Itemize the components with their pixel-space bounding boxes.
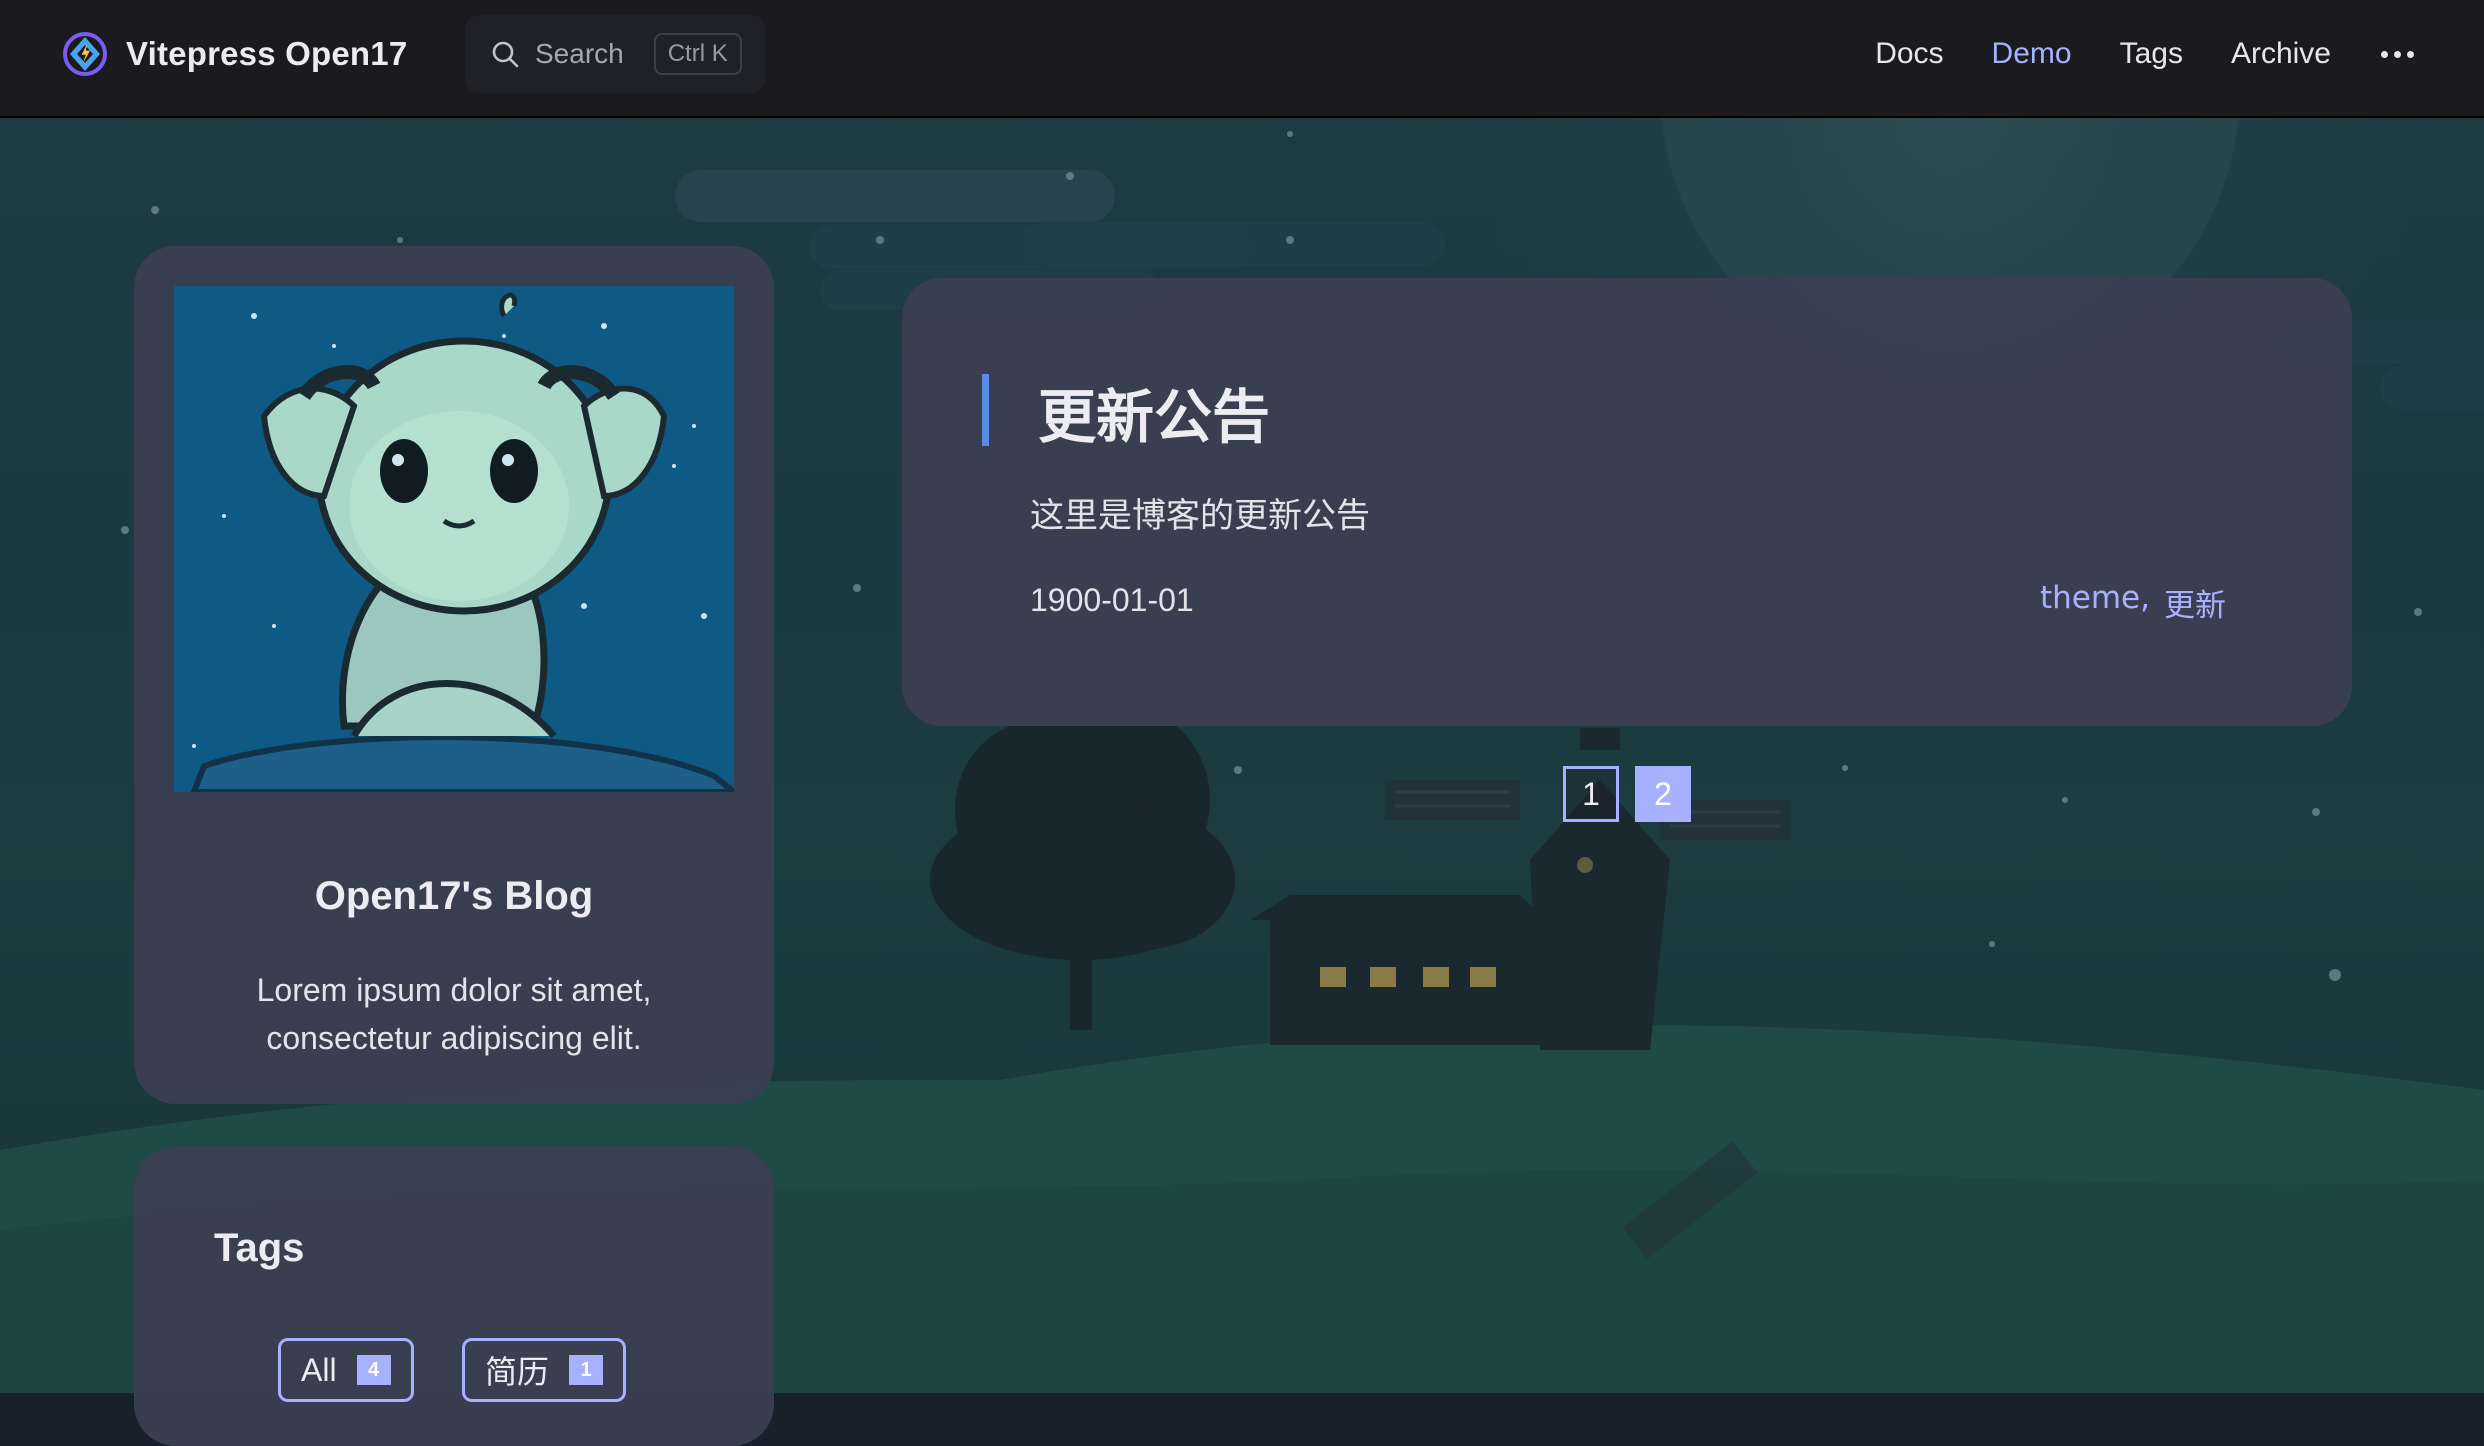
page-button[interactable]: 2 [1635,766,1691,822]
tags-card: Tags All 4 简历 1 [134,1146,774,1446]
site-title: Vitepress Open17 [126,35,408,72]
search-icon [492,41,519,68]
tag-count-badge: 1 [569,1355,604,1385]
tag-chip-label: All [301,1351,337,1388]
tag-chip-label: 简历 [485,1354,550,1390]
search-button[interactable]: Search Ctrl K [465,15,765,93]
avatar-illustration [174,286,734,792]
post-title[interactable]: 更新公告 [1038,370,1270,454]
post-title-accent-bar [982,374,989,446]
nav-link-demo[interactable]: Demo [1992,37,2072,71]
profile-card: Open17's Blog Lorem ipsum dolor sit amet… [134,246,774,1104]
profile-description: Lorem ipsum dolor sit amet, consectetur … [256,972,652,1056]
nav-link-archive[interactable]: Archive [2231,37,2331,71]
nav-link-docs[interactable]: Docs [1875,37,1943,71]
profile-name: Open17's Blog [314,874,594,918]
search-shortcut-kbd: Ctrl K [653,33,742,75]
nav-link-tags[interactable]: Tags [2120,37,2183,71]
post-tag-separator: , [2140,580,2150,616]
pagination: 1 2 [1563,766,1691,822]
search-label: Search [535,38,624,69]
page-button-current[interactable]: 1 [1563,766,1619,822]
tags-card-title: Tags [214,1226,305,1270]
tag-chip-all[interactable]: All 4 [278,1338,414,1402]
tag-chip-resume[interactable]: 简历 1 [462,1338,627,1402]
avatar [174,286,734,792]
post-excerpt: 这里是博客的更新公告 [1030,496,1370,536]
post-tag-link[interactable]: 更新 [2164,580,2226,625]
post-card[interactable]: 更新公告 这里是博客的更新公告 1900-01-01 theme , 更新 [902,278,2352,726]
post-tag-link[interactable]: theme [2040,580,2140,625]
brand-home-link[interactable]: Vitepress Open17 [62,26,407,82]
ellipsis-icon[interactable] [2381,50,2414,58]
tag-count-badge: 4 [356,1355,391,1385]
nav-links: Docs Demo Tags Archive [1827,0,2414,108]
vitepress-logo-icon [63,32,107,76]
top-navbar: Vitepress Open17 Search Ctrl K Docs Demo… [0,0,2484,118]
post-tags: theme , 更新 [2040,580,2226,625]
post-date: 1900-01-01 [1030,582,1194,618]
